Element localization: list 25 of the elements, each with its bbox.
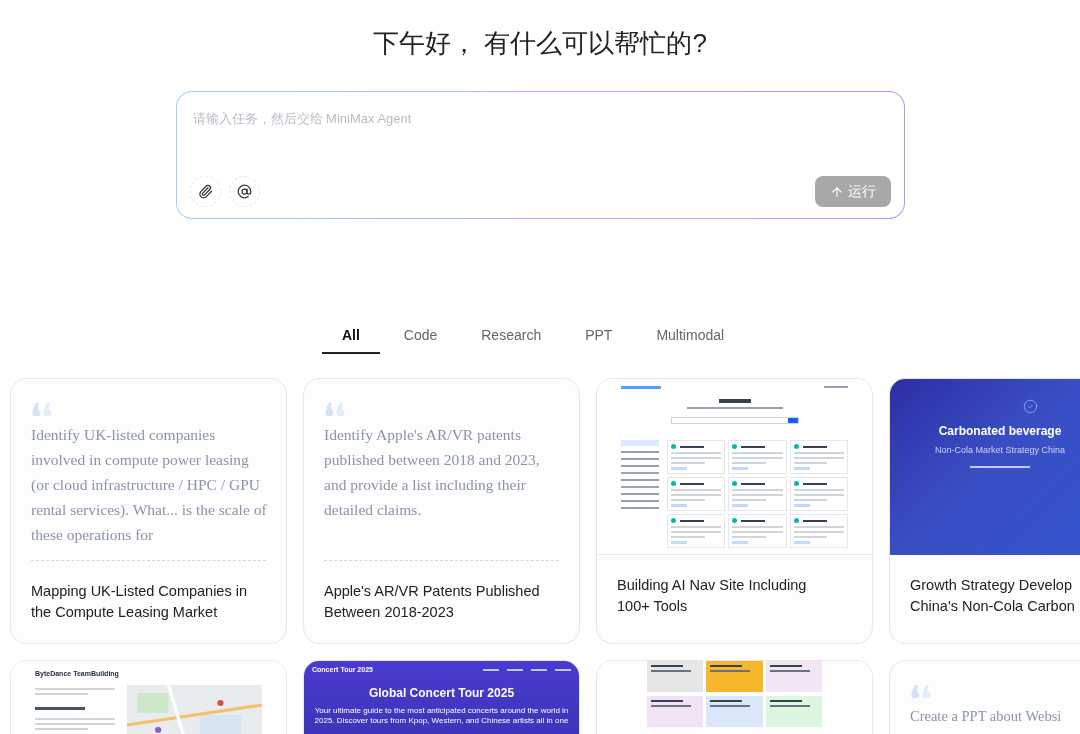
- prompt-text: Create a PPT about Websi: [910, 707, 1063, 726]
- prompt-text: Identify UK-listed companies involved in compute power leasing (or cloud infrastructure / HPC / GPU rental services). What... is the scale of these operations for: [31, 425, 268, 545]
- task-input[interactable]: 请输入任务，然后交给 MiniMax Agent: [189, 109, 891, 129]
- category-tab[interactable]: All: [321, 318, 380, 354]
- example-card[interactable]: Identify Apple's AR/VR patents published between 2018 and 2023, and provide a list including their detailed claims. Apple's AR/VR Patents Published Between 2018-2023: [303, 378, 580, 644]
- card-title: Apple's AR/VR Patents Published Between 2018-2023: [323, 582, 541, 622]
- card-title: Building AI Nav Site Including 100+ Tools: [616, 576, 808, 616]
- page-headline: Global Concert Tour 2025: [367, 684, 516, 702]
- slide-subtitle: Non-Cola Market Strategy China: [934, 444, 1066, 457]
- card-title: Growth Strategy Develop China's Non-Cola Carbon: [909, 576, 1076, 616]
- page-description: Your ultimate guide to the most anticipated concerts around the world in 2025. Discover tours from Kpop, Western, and Chinese artists all in one: [313, 705, 570, 726]
- category-tab[interactable]: PPT: [565, 318, 633, 354]
- category-tab[interactable]: Multimodal: [636, 318, 745, 354]
- at-sign-icon: [236, 184, 252, 199]
- example-card[interactable]: Building AI Nav Site Including 100+ Tools: [596, 378, 873, 644]
- slide-headline: Carbonated beverage: [938, 423, 1062, 440]
- example-card[interactable]: [10, 378, 287, 644]
- category-tab[interactable]: Research: [461, 318, 562, 354]
- greeting-heading: 下午好， 有什么可以帮忙的?: [372, 27, 708, 60]
- example-card[interactable]: Carbonated beverage Non-Cola Market Strategy China Growth Strategy Develop China's Non-Cola Carbon: [889, 378, 1080, 644]
- card-title: Mapping UK-Listed Companies in the Compute Leasing Market: [30, 582, 248, 622]
- prompt-text: Identify Apple's AR/VR patents published between 2018 and 2023, and provide a list including their detailed claims.: [324, 425, 541, 520]
- check-icon: [1022, 399, 1038, 414]
- paperclip-icon: [197, 184, 213, 199]
- category-tab[interactable]: Code: [383, 318, 458, 354]
